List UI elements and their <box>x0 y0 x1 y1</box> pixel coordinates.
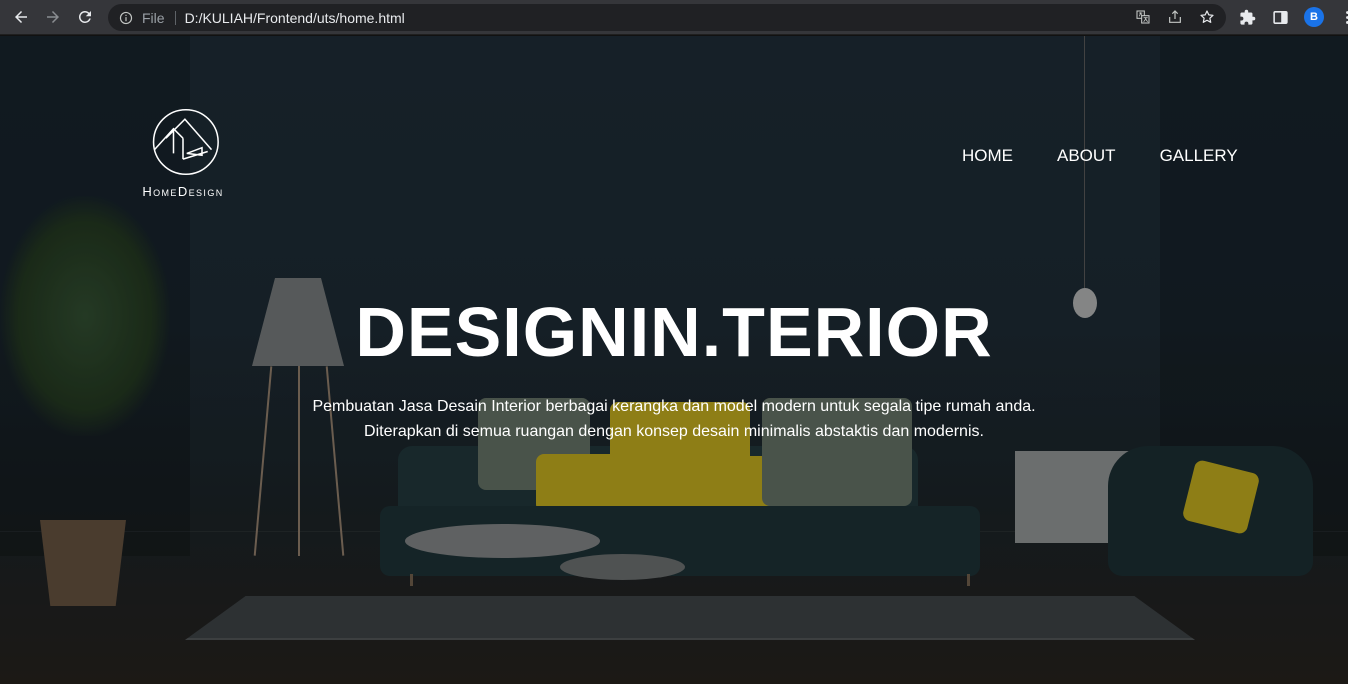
url-text[interactable]: D:/KULIAH/Frontend/uts/home.html <box>185 10 405 26</box>
nav-gallery-link[interactable]: GALLERY <box>1160 146 1238 166</box>
reload-icon <box>78 10 91 23</box>
house-logo-icon <box>152 108 219 176</box>
side-panel-icon <box>1273 10 1288 24</box>
info-icon[interactable] <box>119 11 133 25</box>
site-logo[interactable]: HomeDesign <box>138 104 228 199</box>
logo-text: HomeDesign <box>142 184 224 199</box>
kebab-menu-icon <box>1346 10 1348 24</box>
bookmark-button[interactable] <box>1198 8 1216 26</box>
nav-home-link[interactable]: HOME <box>962 146 1013 166</box>
browser-menu-button[interactable] <box>1338 7 1348 27</box>
forward-arrow-icon <box>47 11 59 23</box>
hero-description-line-2: Diterapkan di semua ruangan dengan konse… <box>364 423 984 440</box>
forward-button[interactable] <box>42 6 64 28</box>
translate-icon <box>1136 10 1150 24</box>
browser-toolbar: File D:/KULIAH/Frontend/uts/home.html B <box>0 0 1348 35</box>
extensions-button[interactable] <box>1238 7 1257 27</box>
back-button[interactable] <box>10 6 32 28</box>
file-scheme-label: File <box>142 10 176 25</box>
extensions-icon <box>1240 9 1256 25</box>
star-icon <box>1200 10 1214 23</box>
translate-button[interactable] <box>1134 8 1152 26</box>
back-arrow-icon <box>15 11 27 23</box>
hero-title: DESIGNIN.TERIOR <box>355 293 993 371</box>
address-bar[interactable]: File D:/KULIAH/Frontend/uts/home.html <box>108 4 1226 31</box>
hero-description-line-1: Pembuatan Jasa Desain Interior berbagai … <box>312 398 1036 415</box>
main-navigation: HOME ABOUT GALLERY <box>962 146 1238 166</box>
share-icon <box>1169 10 1181 23</box>
profile-avatar[interactable]: B <box>1304 7 1324 27</box>
side-panel-button[interactable] <box>1271 7 1290 27</box>
hero-section: HomeDesign HOME ABOUT GALLERY DESIGNIN.T… <box>0 36 1348 684</box>
hero-description: Pembuatan Jasa Desain Interior berbagai … <box>0 394 1348 444</box>
nav-about-link[interactable]: ABOUT <box>1057 146 1116 166</box>
reload-button[interactable] <box>74 6 96 28</box>
share-button[interactable] <box>1166 8 1184 26</box>
